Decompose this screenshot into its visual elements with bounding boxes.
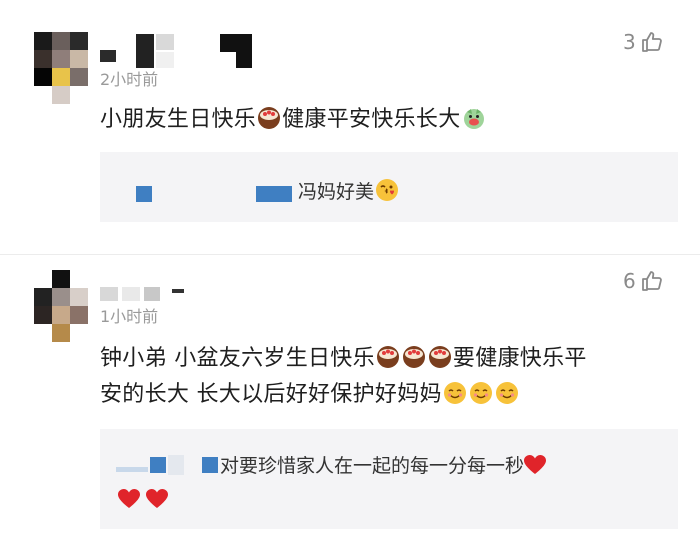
reply-username[interactable] <box>136 186 296 210</box>
smiling-emoji <box>469 382 492 404</box>
hearts-row <box>118 489 168 510</box>
birthday-cake-emoji <box>258 107 281 129</box>
comment-text: 小朋友生日快乐 健康平安快乐长大 <box>100 102 487 138</box>
kissing-heart-emoji <box>376 179 399 201</box>
red-heart-emoji <box>146 489 168 508</box>
avatar[interactable] <box>34 32 88 104</box>
smiling-emoji <box>495 382 518 404</box>
reply-box[interactable]: 对要珍惜家人在一起的每一分每一秒 <box>100 429 678 529</box>
reply-text: 冯妈好美 <box>298 178 400 206</box>
avatar[interactable] <box>34 270 88 342</box>
thumbs-up-icon <box>641 271 662 291</box>
like-button[interactable]: 3 <box>623 30 664 54</box>
smiling-emoji <box>443 382 466 404</box>
thumbs-up-icon <box>641 32 662 52</box>
reply-box[interactable]: 冯妈好美 <box>100 152 678 222</box>
comment-text: 钟小弟 小盆友六岁生日快乐 要健康快乐平 安的长大 长大以后好好保护好妈妈 <box>100 346 587 407</box>
username[interactable] <box>100 34 260 68</box>
like-count: 3 <box>623 30 636 54</box>
like-count: 6 <box>623 269 636 293</box>
red-heart-emoji <box>524 455 547 474</box>
comment-item: 2小时前 3 小朋友生日快乐 健康平安快乐长大 冯妈好美 <box>0 0 700 255</box>
red-heart-emoji <box>118 489 140 508</box>
birthday-cake-emoji <box>402 346 425 368</box>
reply-text: 对要珍惜家人在一起的每一分每一秒 <box>220 449 660 483</box>
comment-item: 1小时前 6 钟小弟 小盆友六岁生日快乐 要健康快乐平 安的长大 长大以后好好保护… <box>0 255 700 539</box>
like-button[interactable]: 6 <box>623 269 664 293</box>
birthday-cake-emoji <box>376 346 399 368</box>
comment-time: 1小时前 <box>100 307 159 326</box>
comment-time: 2小时前 <box>100 70 159 89</box>
birthday-cake-emoji <box>428 346 451 368</box>
dragon-emoji <box>463 109 484 129</box>
reply-username[interactable] <box>116 455 218 479</box>
